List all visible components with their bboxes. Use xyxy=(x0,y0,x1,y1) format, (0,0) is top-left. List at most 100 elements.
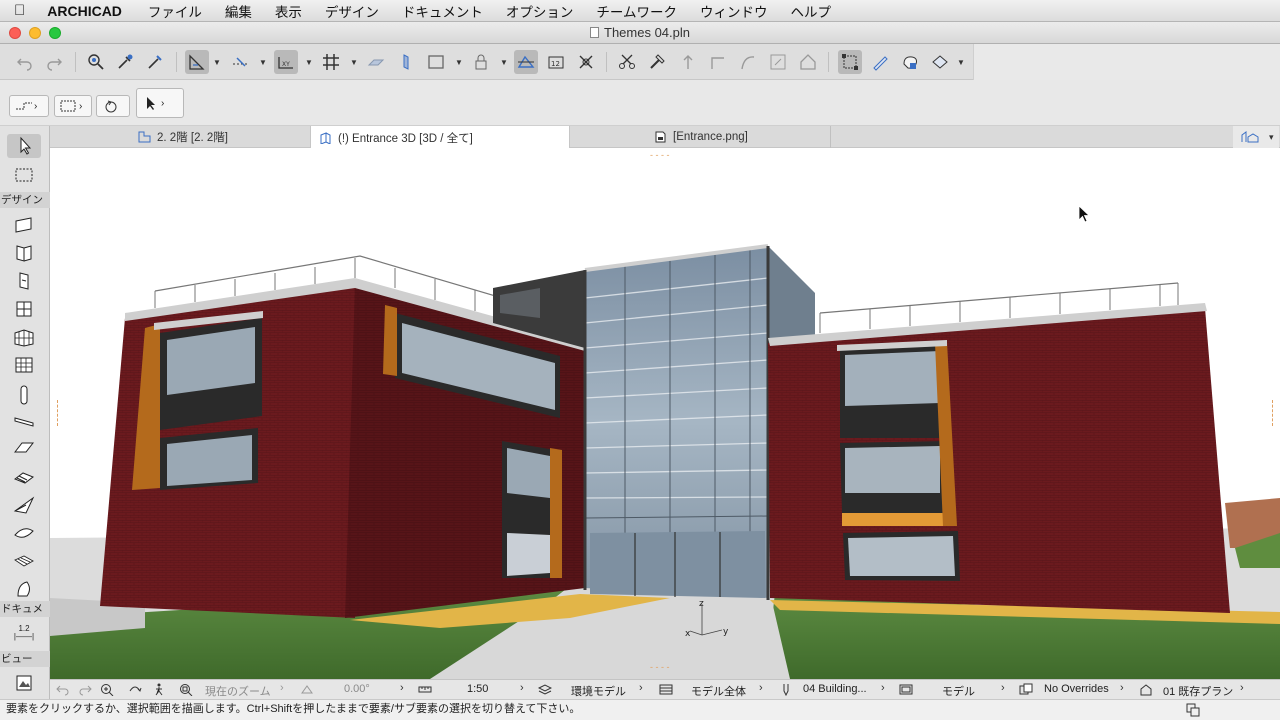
grid-tool[interactable] xyxy=(7,353,41,377)
lock-button[interactable] xyxy=(469,50,493,74)
menu-design[interactable]: デザイン xyxy=(325,1,379,21)
attribute-button[interactable] xyxy=(928,50,952,74)
scale-field[interactable]: 1:50 xyxy=(467,683,488,695)
svg-text:12: 12 xyxy=(551,60,560,68)
suspend-groups-button[interactable] xyxy=(514,50,538,74)
magic-wand-button[interactable] xyxy=(645,50,669,74)
graphic-override-field[interactable]: No Overrides xyxy=(1044,683,1109,695)
menu-help[interactable]: ヘルプ xyxy=(791,1,832,21)
cross-button[interactable] xyxy=(574,50,598,74)
renovation-filter-field[interactable]: 01 既存プラン xyxy=(1163,683,1233,699)
orbit-icon[interactable] xyxy=(128,683,142,696)
apple-icon[interactable]:  xyxy=(14,2,25,19)
trace-button[interactable] xyxy=(394,50,418,74)
chevron-down-icon[interactable]: ▼ xyxy=(213,58,221,67)
redo-zoom-icon[interactable] xyxy=(78,683,92,696)
grid-button[interactable] xyxy=(319,50,343,74)
pencil-button[interactable] xyxy=(868,50,892,74)
tab-image[interactable]: [Entrance.png] xyxy=(646,126,830,148)
edit-selection-button[interactable] xyxy=(838,50,862,74)
offset-button[interactable] xyxy=(676,50,700,74)
find-select-button[interactable] xyxy=(84,50,108,74)
chevron-right-icon[interactable]: › xyxy=(1120,682,1124,694)
zoom-in-icon[interactable] xyxy=(100,683,114,696)
stair-tool[interactable] xyxy=(7,465,41,489)
column-tool[interactable] xyxy=(7,383,41,407)
layer-combination-field[interactable]: モデル全体 xyxy=(691,683,746,699)
beam-tool[interactable] xyxy=(7,409,41,433)
door-tool[interactable] xyxy=(7,241,41,265)
surface-button[interactable] xyxy=(898,50,922,74)
curve-button[interactable] xyxy=(736,50,760,74)
app-menu[interactable]: ARCHICAD xyxy=(47,3,122,19)
mesh-tool[interactable] xyxy=(7,549,41,573)
rotation-angle-field[interactable]: 0.00° xyxy=(344,683,370,695)
object-tool[interactable] xyxy=(7,297,41,321)
zoom-level-field[interactable]: 現在のズーム xyxy=(205,683,271,699)
snap-guides-button[interactable] xyxy=(229,50,253,74)
chevron-down-icon[interactable]: ▼ xyxy=(957,58,965,67)
chevron-down-icon[interactable]: ▼ xyxy=(259,58,267,67)
curtain-wall-tool[interactable] xyxy=(7,325,41,349)
menu-window[interactable]: ウィンドウ xyxy=(700,1,768,21)
chevron-right-icon[interactable]: › xyxy=(520,682,524,694)
chevron-down-icon[interactable]: ▼ xyxy=(350,58,358,67)
arrow-tool[interactable] xyxy=(7,134,41,158)
chevron-right-icon[interactable]: › xyxy=(639,682,643,694)
layer-plane-button[interactable] xyxy=(364,50,388,74)
model-view-options-field[interactable]: 環境モデル xyxy=(571,683,626,699)
fillet-button[interactable] xyxy=(706,50,730,74)
split-button[interactable] xyxy=(615,50,639,74)
3d-viewport[interactable]: z x y - - - - - - - - xyxy=(50,148,1280,679)
window-resize-icon[interactable] xyxy=(1186,703,1200,717)
rectangle-select-button[interactable] xyxy=(424,50,448,74)
roof-button[interactable] xyxy=(796,50,820,74)
dimension-button[interactable]: 12 xyxy=(544,50,568,74)
chevron-down-icon[interactable]: ▼ xyxy=(500,58,508,67)
geometry-method-button[interactable]: › xyxy=(9,95,49,117)
rotate-button[interactable] xyxy=(96,95,130,117)
grid-snap-button[interactable]: XY xyxy=(274,50,298,74)
menu-document[interactable]: ドキュメント xyxy=(402,1,483,21)
chevron-right-icon[interactable]: › xyxy=(1001,682,1005,694)
chevron-right-icon[interactable]: › xyxy=(1240,682,1244,694)
guide-lines-button[interactable] xyxy=(185,50,209,74)
dimension-tool[interactable]: 1.2 |——| xyxy=(7,621,41,645)
wall-tool[interactable] xyxy=(7,213,41,237)
redo-button[interactable] xyxy=(42,50,66,74)
rotate-view-icon[interactable] xyxy=(300,683,314,696)
arrow-tool-settings-button[interactable]: › xyxy=(136,88,184,118)
menu-view[interactable]: 表示 xyxy=(275,1,302,21)
tab-floor-plan[interactable]: 2. 2階 [2. 2階] xyxy=(130,126,310,148)
undo-zoom-icon[interactable] xyxy=(56,683,70,696)
chevron-right-icon[interactable]: › xyxy=(759,682,763,694)
tab-3d-window[interactable]: (!) Entrance 3D [3D / 全て] xyxy=(310,126,570,149)
fit-window-icon[interactable] xyxy=(179,683,193,696)
shell-tool[interactable] xyxy=(7,521,41,545)
window-tool[interactable] xyxy=(7,269,41,293)
morph-tool[interactable] xyxy=(7,577,41,601)
resize-button[interactable] xyxy=(766,50,790,74)
roof-tool[interactable] xyxy=(7,493,41,517)
undo-button[interactable] xyxy=(13,50,37,74)
explore-icon[interactable] xyxy=(152,683,166,696)
menu-options[interactable]: オプション xyxy=(506,1,574,21)
chevron-down-icon[interactable]: ▼ xyxy=(455,58,463,67)
standard-toolbar: ▼ ▼ XY ▼ ▼ ▼ ▼ 12 ▼ xyxy=(0,44,1280,80)
menu-file[interactable]: ファイル xyxy=(148,1,202,21)
pen-set-field[interactable]: 04 Building... xyxy=(803,683,867,695)
camera-tool[interactable] xyxy=(7,671,41,695)
syringe-button[interactable] xyxy=(143,50,167,74)
marquee-method-button[interactable]: › xyxy=(54,95,92,117)
chevron-down-icon[interactable]: ▼ xyxy=(305,58,313,67)
menu-edit[interactable]: 編集 xyxy=(225,1,252,21)
chevron-right-icon[interactable]: › xyxy=(280,682,284,694)
menu-teamwork[interactable]: チームワーク xyxy=(596,1,677,21)
chevron-right-icon[interactable]: › xyxy=(400,682,404,694)
slab-tool[interactable] xyxy=(7,437,41,461)
partial-structure-display-field[interactable]: モデル xyxy=(942,683,975,699)
marquee-tool[interactable] xyxy=(7,163,41,187)
chevron-right-icon[interactable]: › xyxy=(881,682,885,694)
tab-list-button[interactable]: ▾ xyxy=(1233,126,1279,148)
eyedropper-button[interactable] xyxy=(113,50,137,74)
